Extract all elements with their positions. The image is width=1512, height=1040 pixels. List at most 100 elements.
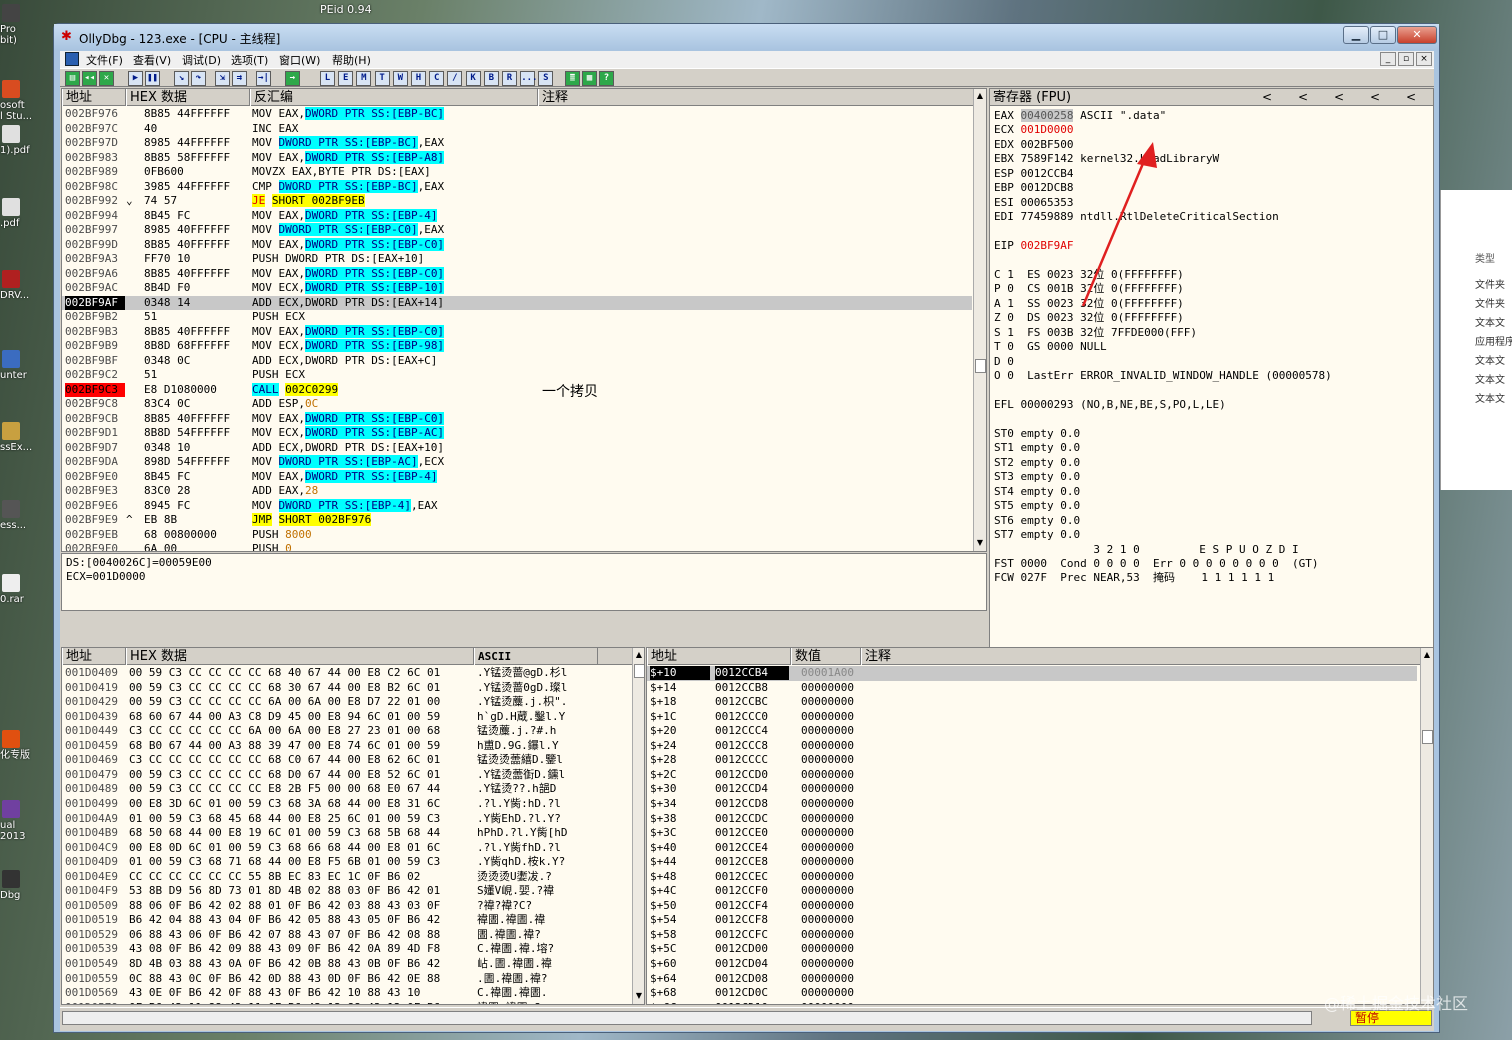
toolbar-window-button[interactable]: R: [502, 71, 517, 86]
trace-into-icon[interactable]: ⇲: [215, 71, 230, 86]
execute-till-return-icon[interactable]: →|: [256, 71, 271, 86]
stack-row[interactable]: $+40 0012CCE4 00000000: [647, 841, 1417, 856]
stack-col-address[interactable]: 地址: [647, 648, 791, 665]
stack-scroll-thumb[interactable]: [1422, 730, 1433, 744]
title-bar[interactable]: ✱ OllyDbg - 123.exe - [CPU - 主线程] ▁ □ ✕: [54, 24, 1439, 50]
register-line[interactable]: FCW 027F Prec NEAR,53 掩码 1 1 1 1 1 1: [994, 571, 1274, 585]
dump-col-ascii[interactable]: ASCII: [474, 648, 598, 665]
stack-row[interactable]: $+20 0012CCC4 00000000: [647, 724, 1417, 739]
maximize-button[interactable]: □: [1370, 26, 1396, 44]
disasm-row[interactable]: 002BF9CB 8B85 40FFFFFF MOV EAX,DWORD PTR S…: [62, 411, 972, 427]
disasm-row[interactable]: 002BF9A3 FF70 10 PUSH DWORD PTR DS:[EAX+10…: [62, 252, 972, 267]
disasm-row[interactable]: 002BF9AF 0348 14 ADD ECX,DWORD PTR DS:[EAX…: [62, 295, 972, 310]
register-line[interactable]: Z 0 DS 0023 32位 0(FFFFFFFF): [994, 311, 1184, 325]
dump-row[interactable]: 001D0429 00 59 C3 CC CC CC CC 6A 00 6A 00…: [62, 695, 630, 710]
toolbar-window-button[interactable]: H: [411, 71, 426, 86]
dump-row[interactable]: 001D0519 B6 42 04 88 43 04 0F B6 42 05 88…: [62, 913, 630, 928]
disasm-row[interactable]: 002BF9B9 8B8D 68FFFFFF MOV ECX,DWORD PTR S…: [62, 339, 972, 354]
disasm-row[interactable]: 002BF9A6 8B85 40FFFFFF MOV EAX,DWORD PTR S…: [62, 266, 972, 282]
register-line[interactable]: ST7 empty 0.0: [994, 528, 1080, 542]
register-line[interactable]: EIP 002BF9AF: [994, 239, 1073, 253]
stack-row[interactable]: $+30 0012CCD4 00000000: [647, 782, 1417, 797]
desktop-icon[interactable]: ssEx...: [0, 420, 54, 453]
dump-row[interactable]: 001D0419 00 59 C3 CC CC CC CC 68 30 67 44…: [62, 681, 630, 696]
desktop-icon[interactable]: ual 2013: [0, 798, 54, 842]
scroll-up-icon[interactable]: ▲: [974, 90, 986, 102]
disasm-row[interactable]: 002BF9D7 0348 10 ADD ECX,DWORD PTR DS:[EAX…: [62, 441, 972, 456]
disasm-row[interactable]: 002BF97C 40 INC EAX: [62, 122, 972, 137]
register-line[interactable]: ESP 0012CCB4: [994, 167, 1073, 181]
disasm-row[interactable]: 002BF9E6 8945 FC MOV DWORD PTR SS:[EBP-4],…: [62, 498, 972, 514]
stack-row[interactable]: $+48 0012CCEC 00000000: [647, 870, 1417, 885]
dump-row[interactable]: 001D0479 00 59 C3 CC CC CC CC 68 D0 67 44…: [62, 768, 630, 783]
toolbar-window-button[interactable]: E: [338, 71, 354, 86]
close-program-icon[interactable]: ✕: [99, 71, 114, 86]
register-line[interactable]: ST0 empty 0.0: [994, 427, 1080, 441]
stack-row[interactable]: $+1C 0012CCC0 00000000: [647, 710, 1417, 725]
dump-col-address[interactable]: 地址: [62, 648, 126, 665]
menu-item[interactable]: 文件(F): [86, 52, 123, 68]
desktop-icon[interactable]: 化专版: [0, 728, 54, 761]
disasm-row[interactable]: 002BF9BF 0348 0C ADD ECX,DWORD PTR DS:[EAX…: [62, 354, 972, 369]
open-icon[interactable]: ▤: [65, 71, 80, 86]
stack-row[interactable]: $+58 0012CCFC 00000000: [647, 928, 1417, 943]
minimize-button[interactable]: ▁: [1343, 26, 1369, 44]
scroll-down-icon[interactable]: ▼: [974, 537, 986, 549]
register-line[interactable]: FST 0000 Cond 0 0 0 0 Err 0 0 0 0 0 0 0 …: [994, 557, 1319, 571]
dump-row[interactable]: 001D0469 C3 CC CC CC CC CC CC 68 C0 67 44…: [62, 753, 630, 768]
menu-item[interactable]: 查看(V): [133, 52, 171, 68]
mdi-restore-button[interactable]: ▫: [1398, 52, 1414, 66]
register-nav-arrow-icon[interactable]: <: [1298, 89, 1308, 106]
menu-item[interactable]: 调试(D): [182, 52, 221, 68]
register-line[interactable]: ST6 empty 0.0: [994, 514, 1080, 528]
dump-row[interactable]: 001D0509 88 06 0F B6 42 02 88 01 0F B6 42…: [62, 899, 630, 914]
disasm-row[interactable]: 002BF9D1 8B8D 54FFFFFF MOV ECX,DWORD PTR S…: [62, 426, 972, 441]
stack-row[interactable]: $+3C 0012CCE0 00000000: [647, 826, 1417, 841]
desktop-icon[interactable]: 0.rar: [0, 572, 54, 605]
desktop-icon[interactable]: ess...: [0, 498, 54, 531]
dump-row[interactable]: 001D0529 06 88 43 06 0F B6 42 07 88 43 07…: [62, 928, 630, 943]
disasm-row[interactable]: 002BF9C8 83C4 0C ADD ESP,0C: [62, 397, 972, 412]
disasm-row[interactable]: 002BF994 8B45 FC MOV EAX,DWORD PTR SS:[EBP…: [62, 208, 972, 224]
step-over-icon[interactable]: ↷: [191, 71, 206, 86]
dump-row[interactable]: 001D0549 8D 4B 03 88 43 0A 0F B6 42 0B 88…: [62, 957, 630, 972]
register-line[interactable]: D 0: [994, 355, 1014, 369]
stack-row[interactable]: $+18 0012CCBC 00000000: [647, 695, 1417, 710]
dump-row[interactable]: 001D0539 43 08 0F B6 42 09 88 43 09 0F B6…: [62, 942, 630, 957]
stack-row[interactable]: $+34 0012CCD8 00000000: [647, 797, 1417, 812]
desktop-icon[interactable]: osoft l Stu...: [0, 78, 54, 122]
stack-row[interactable]: $+44 0012CCE8 00000000: [647, 855, 1417, 870]
dump-row[interactable]: 001D0579 0F B6 42 11 88 43 11 0F B6 42 12…: [62, 1001, 630, 1004]
stack-row[interactable]: $+2C 0012CCD0 00000000: [647, 768, 1417, 783]
stack-col-value[interactable]: 数值: [791, 648, 861, 665]
toolbar-window-button[interactable]: ...: [520, 71, 537, 86]
toolbar-window-button[interactable]: S: [538, 71, 554, 86]
dump-scroll-up-icon[interactable]: ▲: [633, 649, 644, 661]
options-icon[interactable]: ▦: [582, 71, 597, 86]
disasm-row[interactable]: 002BF9EB 68 00800000 PUSH 8000: [62, 528, 972, 543]
mdi-close-button[interactable]: ×: [1416, 52, 1432, 66]
register-line[interactable]: ECX 001D0000: [994, 123, 1073, 137]
register-line[interactable]: EFL 00000293 (NO,B,NE,BE,S,PO,L,LE): [994, 398, 1226, 412]
run-icon[interactable]: ▶: [128, 71, 143, 86]
register-nav-arrow-icon[interactable]: <: [1406, 89, 1416, 106]
dump-row[interactable]: 001D04A9 01 00 59 C3 68 45 68 44 00 E8 25…: [62, 812, 630, 827]
disasm-row[interactable]: 002BF9F0 6A 00 PUSH 0: [62, 542, 972, 551]
close-button[interactable]: ✕: [1397, 26, 1437, 44]
menu-item[interactable]: 选项(T): [231, 52, 268, 68]
disasm-row[interactable]: 002BF9B3 8B85 40FFFFFF MOV EAX,DWORD PTR S…: [62, 324, 972, 340]
toolbar-window-button[interactable]: M: [356, 71, 372, 86]
pause-icon[interactable]: ❚❚: [145, 71, 160, 86]
toolbar-window-button[interactable]: C: [429, 71, 445, 86]
mdi-minimize-button[interactable]: _: [1380, 52, 1396, 66]
stack-row[interactable]: $+28 0012CCCC 00000000: [647, 753, 1417, 768]
disasm-row[interactable]: 002BF976 8B85 44FFFFFF MOV EAX,DWORD PTR S…: [62, 107, 972, 122]
stack-row[interactable]: $+54 0012CCF8 00000000: [647, 913, 1417, 928]
col-hex[interactable]: HEX 数据: [126, 89, 250, 106]
stack-row[interactable]: $+50 0012CCF4 00000000: [647, 899, 1417, 914]
dump-row[interactable]: 001D04C9 00 E8 0D 6C 01 00 59 C3 68 66 68…: [62, 841, 630, 856]
register-line[interactable]: EBP 0012DCB8: [994, 181, 1073, 195]
col-address[interactable]: 地址: [62, 89, 126, 106]
desktop-icon[interactable]: Dbg: [0, 868, 54, 901]
dump-scroll-thumb[interactable]: [634, 664, 644, 678]
